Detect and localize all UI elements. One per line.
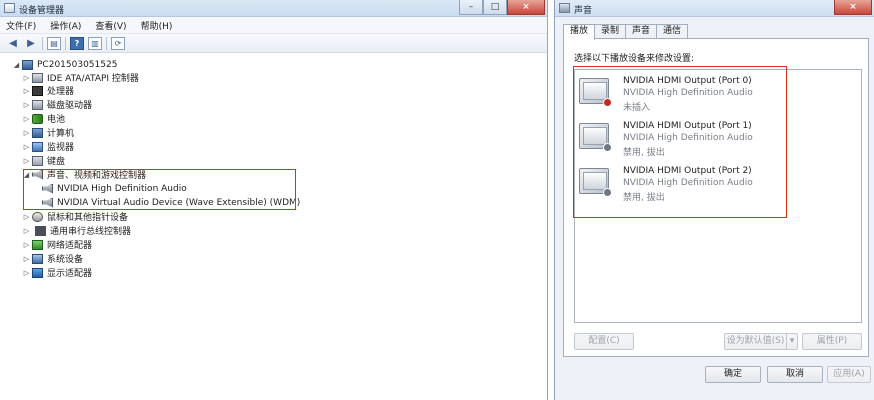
- tree-item-computer[interactable]: ▷ 计算机: [22, 126, 74, 139]
- tab-recording[interactable]: 录制: [594, 24, 627, 39]
- toolbar-separator: [42, 36, 43, 50]
- tree-item-label: 监视器: [47, 143, 75, 153]
- toolbar-separator: [106, 36, 107, 50]
- cancel-button[interactable]: 取消: [767, 366, 823, 383]
- console-tree-icon[interactable]: ▥: [88, 36, 102, 50]
- help-icon[interactable]: ?: [70, 36, 84, 50]
- properties-icon[interactable]: ▤: [47, 36, 61, 50]
- tree-item-label: 磁盘驱动器: [47, 101, 93, 111]
- close-button[interactable]: ×: [834, 0, 872, 15]
- computer-icon: [22, 59, 33, 70]
- tree-item-keyboard[interactable]: ▷ 键盘: [22, 154, 65, 167]
- tree-item-display[interactable]: ▷ 显示适配器: [22, 266, 92, 279]
- window-controls: – □ ×: [459, 0, 545, 15]
- expand-arrow-icon[interactable]: ▷: [22, 74, 31, 82]
- close-button[interactable]: ×: [507, 0, 545, 15]
- highlight-box: [573, 66, 787, 218]
- highlight-box: [23, 169, 296, 210]
- expand-arrow-icon[interactable]: ▷: [22, 213, 31, 221]
- sound-dialog: 声音 × 播放 录制 声音 通信 选择以下播放设备来修改设置: NVIDIA H…: [554, 0, 874, 400]
- tree-item-label: 鼠标和其他指针设备: [47, 213, 129, 223]
- instruction-text: 选择以下播放设备来修改设置:: [574, 54, 695, 64]
- disk-drive-icon: [32, 99, 43, 110]
- tree-root[interactable]: ◢ PC201503051525: [12, 58, 117, 71]
- tree-item-disk[interactable]: ▷ 磁盘驱动器: [22, 98, 92, 111]
- window-title: 设备管理器: [19, 6, 65, 16]
- tree-item-label: 网络适配器: [47, 241, 93, 251]
- tree-item-processor[interactable]: ▷ 处理器: [22, 84, 74, 97]
- back-arrow-icon[interactable]: ◀: [6, 37, 20, 50]
- mouse-icon: [32, 211, 43, 222]
- display-adapter-icon: [32, 267, 43, 278]
- tree-item-label: 处理器: [47, 87, 75, 97]
- tree-item-system[interactable]: ▷ 系统设备: [22, 252, 83, 265]
- title-bar: 声音 ×: [555, 0, 874, 17]
- toolbar: ◀ ▶ ▤ ? ▥ ⟳: [0, 34, 547, 53]
- set-default-button[interactable]: 设为默认值(S): [724, 333, 786, 350]
- menu-action[interactable]: 操作(A): [50, 19, 81, 32]
- tree-item-network[interactable]: ▷ 网络适配器: [22, 238, 92, 251]
- expand-arrow-icon[interactable]: ▷: [22, 157, 31, 165]
- forward-arrow-icon[interactable]: ▶: [24, 37, 38, 50]
- menu-bar: 文件(F) 操作(A) 查看(V) 帮助(H): [0, 17, 547, 34]
- expand-arrow-icon[interactable]: ▷: [22, 269, 31, 277]
- expand-arrow-icon[interactable]: ▷: [22, 241, 31, 249]
- network-adapter-icon: [32, 239, 43, 250]
- menu-file[interactable]: 文件(F): [6, 19, 36, 32]
- ide-controller-icon: [32, 72, 43, 83]
- computer-icon: [32, 127, 43, 138]
- expand-arrow-icon[interactable]: ▷: [22, 115, 31, 123]
- tree-item-monitor[interactable]: ▷ 监视器: [22, 140, 74, 153]
- set-default-dropdown[interactable]: ▾: [786, 333, 798, 350]
- speaker-icon: [559, 3, 570, 13]
- tree-item-label: 系统设备: [47, 255, 84, 265]
- tree-item-battery[interactable]: ▷ 电池: [22, 112, 65, 125]
- processor-icon: [32, 85, 43, 96]
- tree-item-label: 键盘: [47, 157, 66, 167]
- chevron-down-icon: ▾: [789, 336, 795, 346]
- properties-button[interactable]: 属性(P): [802, 333, 862, 350]
- dialog-title: 声音: [574, 6, 593, 16]
- monitor-icon: [32, 141, 43, 152]
- apply-button[interactable]: 应用(A): [827, 366, 871, 383]
- title-bar: 设备管理器 – □ ×: [0, 0, 547, 17]
- device-tree: ◢ PC201503051525 ▷ IDE ATA/ATAPI 控制器 ▷ 处…: [0, 54, 547, 400]
- keyboard-icon: [32, 155, 43, 166]
- device-manager-icon: [4, 3, 15, 13]
- tree-item-label: 计算机: [47, 129, 75, 139]
- expand-arrow-icon[interactable]: ▷: [22, 87, 31, 95]
- device-manager-window: 设备管理器 – □ × 文件(F) 操作(A) 查看(V) 帮助(H) ◀ ▶ …: [0, 0, 548, 400]
- battery-icon: [32, 113, 43, 124]
- tab-communications[interactable]: 通信: [656, 24, 689, 39]
- system-device-icon: [32, 253, 43, 264]
- tree-item-usb[interactable]: ▷ 通用串行总线控制器: [22, 224, 131, 237]
- tree-item-ide[interactable]: ▷ IDE ATA/ATAPI 控制器: [22, 71, 139, 84]
- window-controls: ×: [834, 0, 872, 15]
- tree-item-label: 通用串行总线控制器: [50, 227, 132, 237]
- collapse-arrow-icon[interactable]: ◢: [12, 61, 21, 69]
- toolbar-separator: [65, 36, 66, 50]
- tree-item-mouse[interactable]: ▷ 鼠标和其他指针设备: [22, 210, 128, 223]
- usb-icon: [35, 225, 46, 236]
- expand-arrow-icon[interactable]: ▷: [22, 101, 31, 109]
- expand-arrow-icon[interactable]: ▷: [22, 143, 31, 151]
- expand-arrow-icon[interactable]: ▷: [22, 227, 31, 235]
- tree-item-label: 电池: [47, 115, 66, 125]
- tab-playback[interactable]: 播放: [563, 24, 596, 40]
- tab-sounds[interactable]: 声音: [625, 24, 658, 39]
- menu-help[interactable]: 帮助(H): [141, 19, 173, 32]
- expand-arrow-icon[interactable]: ▷: [22, 255, 31, 263]
- ok-button[interactable]: 确定: [705, 366, 761, 383]
- configure-button[interactable]: 配置(C): [574, 333, 634, 350]
- tab-strip: 播放 录制 声音 通信: [563, 24, 689, 40]
- maximize-button[interactable]: □: [483, 0, 507, 15]
- tree-item-label: 显示适配器: [47, 269, 93, 279]
- menu-view[interactable]: 查看(V): [95, 19, 126, 32]
- scan-hardware-icon[interactable]: ⟳: [111, 36, 125, 50]
- tree-root-label: PC201503051525: [37, 59, 118, 70]
- expand-arrow-icon[interactable]: ▷: [22, 129, 31, 137]
- tree-item-label: IDE ATA/ATAPI 控制器: [47, 74, 139, 84]
- minimize-button[interactable]: –: [459, 0, 483, 15]
